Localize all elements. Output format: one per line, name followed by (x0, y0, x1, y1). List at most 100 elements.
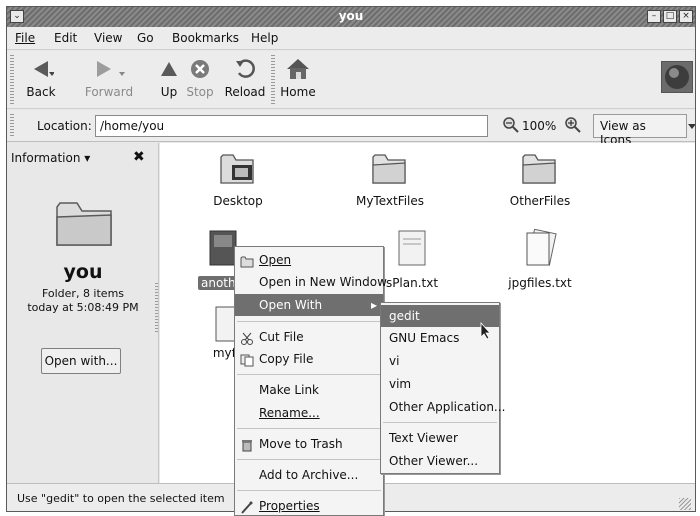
submenu-text-viewer[interactable]: Text Viewer (381, 427, 499, 449)
menu-make-link[interactable]: Make Link (235, 379, 383, 401)
view-as-dropdown-icon[interactable] (687, 114, 695, 138)
submenu-vi-label: vi (389, 354, 400, 368)
submenu-arrow-icon: ▸ (370, 298, 377, 312)
title-bar[interactable]: ⌄ you – □ × (7, 7, 695, 27)
menu-bookmarks-label: Bookmarks (172, 31, 240, 45)
menu-view[interactable]: View (94, 31, 122, 45)
file-item-splan[interactable]: sPlan.txt (382, 229, 442, 290)
menu-go[interactable]: Go (137, 31, 154, 45)
menu-copy-file[interactable]: Copy File (235, 348, 383, 370)
menu-bar: File Edit View Go Bookmarks Help (7, 27, 695, 50)
pane-resize-handle[interactable] (155, 283, 158, 333)
menu-make-link-label: Make Link (259, 383, 319, 397)
zoom-in-icon[interactable] (565, 116, 581, 137)
file-label: jpgfiles.txt (508, 276, 572, 290)
side-pane-selector[interactable]: Information ▾ (11, 151, 90, 165)
submenu-other-application[interactable]: Other Application... (381, 396, 505, 418)
mouse-pointer-icon (480, 321, 492, 343)
forward-arrow-icon (81, 55, 137, 83)
folder-large-icon (54, 195, 114, 252)
menu-separator (237, 459, 381, 460)
back-button[interactable]: Back (23, 55, 59, 99)
menu-rename[interactable]: Rename... (235, 402, 383, 424)
folder-name: you (63, 261, 103, 283)
zoom-level[interactable]: 100% (522, 119, 556, 133)
home-label: Home (280, 85, 316, 99)
maximize-icon[interactable]: □ (663, 10, 677, 23)
properties-icon (240, 499, 254, 516)
up-button[interactable]: Up (157, 55, 181, 99)
menu-add-to-archive[interactable]: Add to Archive... (235, 464, 383, 486)
side-pane: Information ▾ ✖ you Folder, 8 items toda… (7, 143, 159, 483)
menu-separator (383, 422, 497, 423)
location-input[interactable]: /home/you (95, 115, 488, 137)
toolbar: Back Forward Up Stop Reload Home (7, 51, 695, 109)
folder-icon (500, 149, 580, 190)
resize-grip-icon[interactable] (679, 498, 691, 510)
submenu-other-viewer[interactable]: Other Viewer... (381, 450, 499, 472)
reload-button[interactable]: Reload (221, 55, 269, 99)
throbber-icon (661, 61, 693, 93)
reload-label: Reload (224, 85, 266, 99)
home-button[interactable]: Home (279, 55, 317, 99)
chevron-down-icon: ▾ (84, 151, 91, 165)
menu-help[interactable]: Help (251, 31, 278, 45)
view-as-select[interactable]: View as Icons (593, 114, 687, 147)
menu-copy-file-label: Copy File (259, 352, 314, 366)
location-grip[interactable] (10, 114, 14, 138)
submenu-vim[interactable]: vim (381, 373, 499, 395)
menu-bookmarks[interactable]: Bookmarks (172, 31, 239, 45)
menu-file-label: File (15, 31, 36, 45)
close-pane-icon[interactable]: ✖ (133, 149, 145, 165)
stop-icon (185, 55, 215, 83)
zoom-out-icon[interactable] (503, 116, 519, 137)
submenu-other-viewer-label: Other Viewer... (389, 454, 479, 468)
menu-view-label: View (94, 31, 123, 45)
minimize-icon[interactable]: – (647, 10, 661, 23)
menu-open-new-window[interactable]: Open in New Window (235, 271, 387, 293)
submenu-gnu-emacs-label: GNU Emacs (389, 331, 460, 345)
file-label: sPlan.txt (385, 276, 439, 290)
menu-separator (237, 321, 381, 322)
menu-cut-file[interactable]: Cut File (235, 326, 383, 348)
submenu-gedit-label: gedit (389, 309, 420, 323)
submenu-text-viewer-label: Text Viewer (389, 431, 458, 445)
forward-button[interactable]: Forward (81, 55, 137, 99)
menu-help-label: Help (251, 31, 279, 45)
menu-edit[interactable]: Edit (54, 31, 77, 45)
folder-icon (350, 149, 430, 190)
forward-label: Forward (84, 85, 134, 99)
close-icon[interactable]: × (679, 10, 693, 23)
menu-go-label: Go (137, 31, 154, 45)
menu-file[interactable]: File (15, 31, 35, 45)
text-file-icon (505, 228, 575, 272)
toolbar-separator (271, 55, 275, 105)
file-item-mytextfiles[interactable]: MyTextFiles (350, 149, 430, 208)
back-label: Back (26, 85, 56, 99)
menu-add-to-archive-label: Add to Archive... (259, 468, 359, 482)
menu-separator (237, 374, 381, 375)
text-file-icon (382, 229, 442, 272)
menu-separator (237, 490, 381, 491)
toolbar-grip[interactable] (10, 55, 14, 105)
menu-move-to-trash[interactable]: Move to Trash (235, 433, 383, 455)
open-with-button[interactable]: Open with... (41, 348, 121, 374)
submenu-other-application-label: Other Application... (389, 400, 506, 414)
submenu-vi[interactable]: vi (381, 350, 499, 372)
location-label: Location: (37, 119, 92, 133)
stop-button[interactable]: Stop (185, 55, 215, 99)
file-item-otherfiles[interactable]: OtherFiles (500, 149, 580, 208)
file-item-jpgfiles[interactable]: jpgfiles.txt (505, 228, 575, 290)
status-text: Use "gedit" to open the selected item (17, 492, 225, 505)
file-label: OtherFiles (509, 194, 571, 208)
side-pane-title: Information (11, 151, 81, 165)
file-item-desktop[interactable]: Desktop (203, 149, 273, 208)
menu-open-new-window-label: Open in New Window (259, 275, 387, 289)
copy-icon (240, 352, 254, 374)
menu-properties-label: Properties (259, 499, 320, 513)
desktop-folder-icon (203, 149, 273, 190)
menu-open-with[interactable]: Open With ▸ (235, 294, 383, 316)
menu-properties[interactable]: Properties (235, 495, 383, 516)
menu-open[interactable]: Open (235, 249, 383, 271)
menu-rename-label: Rename... (259, 406, 320, 420)
